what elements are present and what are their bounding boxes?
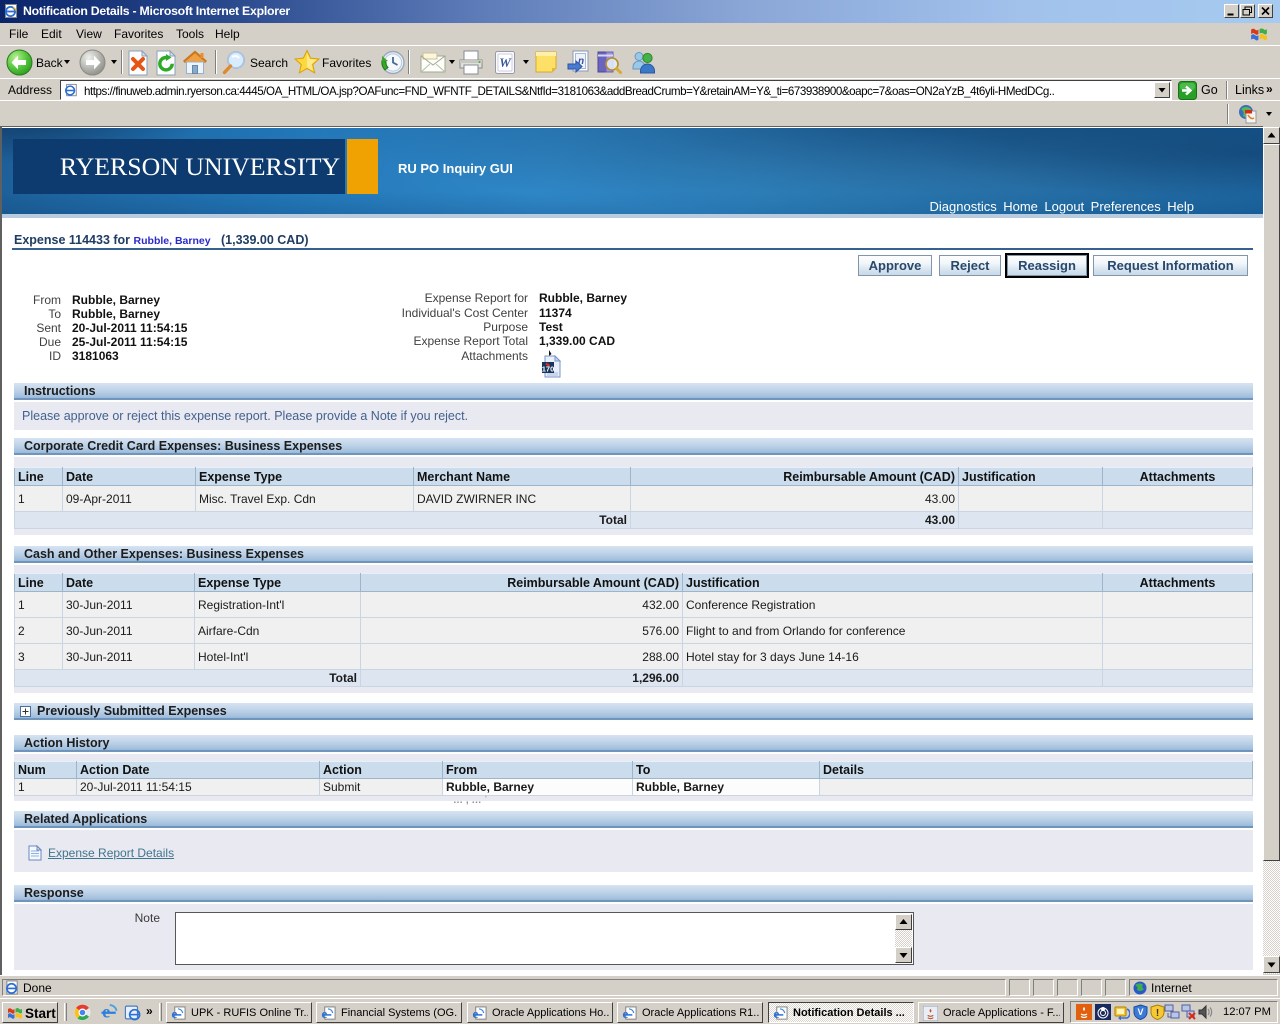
svg-text:e: e bbox=[472, 1006, 478, 1021]
svg-text:170: 170 bbox=[542, 365, 555, 374]
svg-text:e: e bbox=[321, 1006, 327, 1021]
svg-text:e: e bbox=[171, 1006, 177, 1021]
svg-text:e: e bbox=[773, 1006, 779, 1021]
svg-text:!: ! bbox=[1156, 1008, 1159, 1019]
svg-text:W: W bbox=[499, 55, 512, 70]
svg-text:e: e bbox=[622, 1006, 628, 1021]
svg-text:V: V bbox=[1137, 1007, 1143, 1017]
